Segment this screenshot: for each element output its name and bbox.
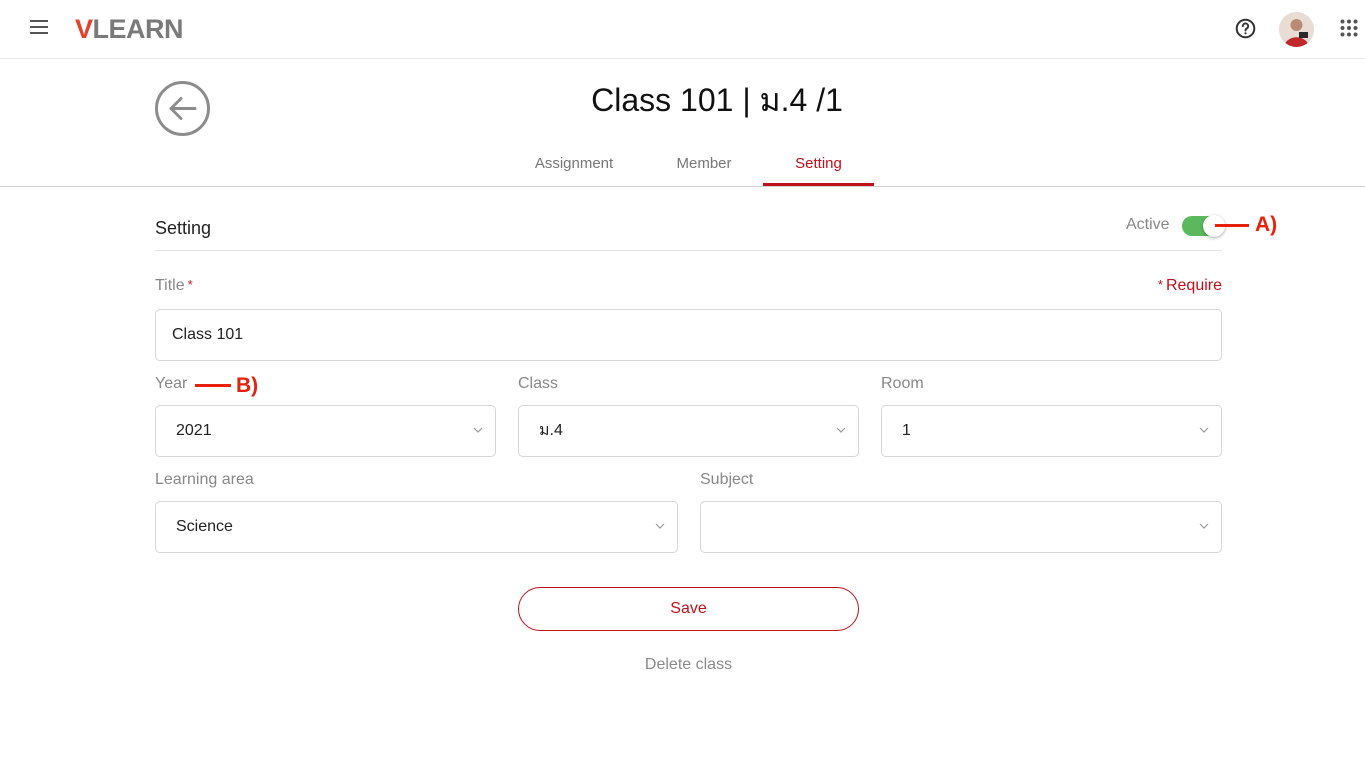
subject-select[interactable] <box>700 501 1222 553</box>
year-value: 2021 <box>176 422 212 439</box>
tab-assignment[interactable]: Assignment <box>520 155 628 186</box>
tab-setting[interactable]: Setting <box>763 155 874 186</box>
year-label: Year <box>155 375 188 392</box>
back-button[interactable] <box>155 81 210 136</box>
vlearn-logo[interactable]: VLEARN <box>75 14 184 44</box>
require-note: * Require <box>1150 277 1222 295</box>
delete-class-link[interactable]: Delete class <box>518 656 859 674</box>
annotation-b: B) <box>236 374 259 397</box>
class-select[interactable]: ม.4 <box>518 405 859 457</box>
tab-bar: Assignment Member Setting <box>0 147 1365 187</box>
chevron-down-icon <box>655 523 665 529</box>
require-note-text: Require <box>1165 277 1222 294</box>
arrow-left-icon <box>169 97 197 120</box>
learning-area-value: Science <box>176 518 233 535</box>
top-bar: VLEARN <box>0 0 1365 59</box>
subject-label: Subject <box>700 471 754 488</box>
section-title: Setting <box>155 218 212 238</box>
save-button[interactable]: Save <box>518 587 859 631</box>
room-label: Room <box>881 375 924 392</box>
room-value: 1 <box>902 422 911 439</box>
user-avatar[interactable] <box>1279 12 1314 47</box>
annotation-a-line <box>1215 224 1249 227</box>
title-label: Title * <box>155 277 193 295</box>
hamburger-icon[interactable] <box>30 20 48 36</box>
annotation-a: A) <box>1255 213 1278 236</box>
chevron-down-icon <box>1199 427 1209 433</box>
help-circle-icon[interactable] <box>1235 18 1256 39</box>
chevron-down-icon <box>1199 523 1209 529</box>
required-star: * <box>187 277 193 292</box>
title-input[interactable]: Class 101 <box>155 309 1222 361</box>
annotation-b-line <box>195 384 231 387</box>
required-star: * <box>1157 277 1163 292</box>
logo-v-letter: V <box>75 14 93 44</box>
room-select[interactable]: 1 <box>881 405 1222 457</box>
learning-area-select[interactable]: Science <box>155 501 678 553</box>
active-label: Active <box>1126 216 1170 233</box>
page-title: Class 101 | ม.4 /1 <box>591 82 843 118</box>
section-divider <box>155 250 1222 251</box>
tab-member[interactable]: Member <box>660 155 748 186</box>
apps-grid-icon[interactable] <box>1340 19 1358 37</box>
year-select[interactable]: 2021 <box>155 405 496 457</box>
title-label-text: Title <box>155 277 185 294</box>
class-value: ม.4 <box>539 422 563 439</box>
chevron-down-icon <box>473 427 483 433</box>
class-label: Class <box>518 375 559 392</box>
chevron-down-icon <box>836 427 846 433</box>
learning-area-label: Learning area <box>155 471 254 488</box>
logo-text: LEARN <box>92 14 184 44</box>
